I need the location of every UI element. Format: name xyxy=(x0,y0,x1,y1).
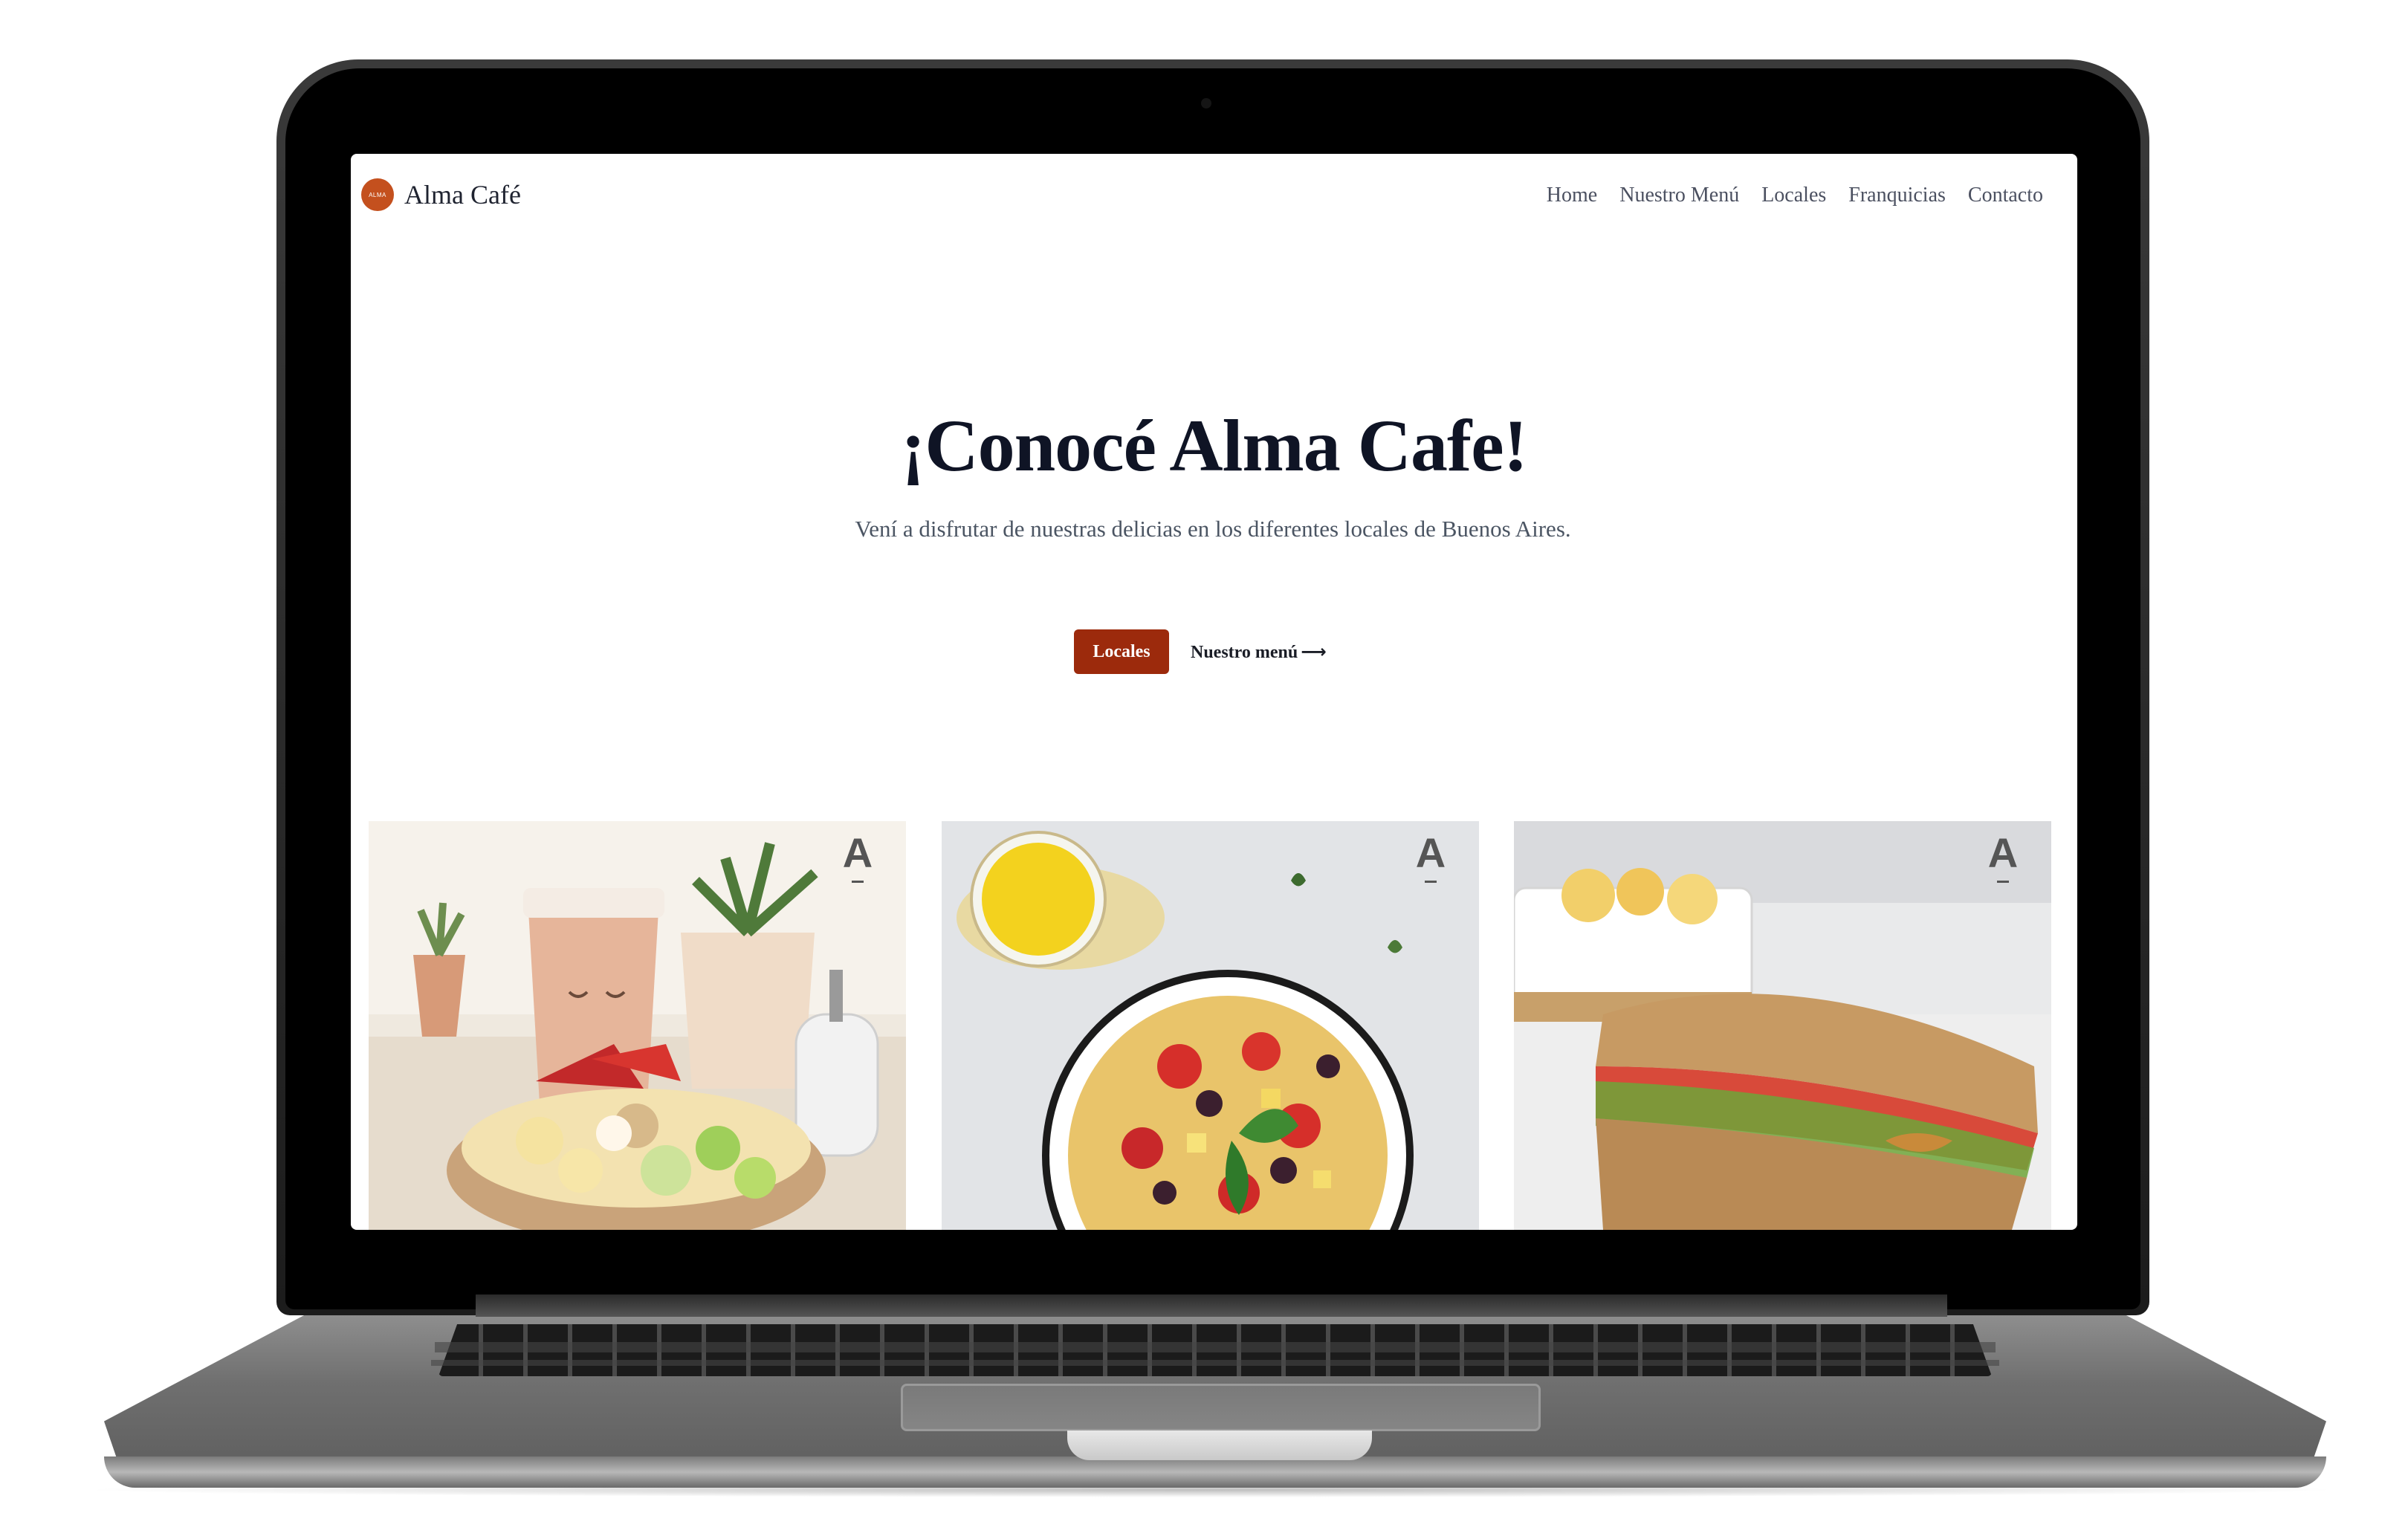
nav-franquicias[interactable]: Franquicias xyxy=(1848,184,1946,207)
hero-title: ¡Conocé Alma Cafe! xyxy=(901,404,1528,487)
laptop-trackpad xyxy=(901,1384,1541,1431)
nav-nuestro-menu[interactable]: Nuestro Menú xyxy=(1619,184,1739,207)
keyboard-row xyxy=(431,1360,1999,1366)
arrow-right-icon: ⟶ xyxy=(1301,641,1327,662)
site-header: ALMA Alma Café Home Nuestro Menú Locales… xyxy=(351,154,2077,236)
main-nav: Home Nuestro Menú Locales Franquicias Co… xyxy=(1547,184,2043,207)
nav-home[interactable]: Home xyxy=(1547,184,1597,207)
gallery-image-fruit-bowl[interactable]: A xyxy=(369,821,906,1230)
camera-icon xyxy=(1201,98,1211,108)
food-gallery: A A A xyxy=(369,821,2051,1230)
gallery-image-pasta[interactable]: A xyxy=(942,821,1479,1230)
laptop-notch xyxy=(1067,1430,1372,1460)
locales-button[interactable]: Locales xyxy=(1074,629,1169,674)
nuestro-menu-link-label: Nuestro menú xyxy=(1191,643,1298,662)
keyboard-row xyxy=(435,1342,1996,1352)
alma-badge-icon: A xyxy=(843,829,873,876)
hero-subtitle: Vení a disfrutar de nuestras delicias en… xyxy=(855,516,1571,542)
alma-badge-icon: A xyxy=(1988,829,2018,876)
laptop-screen: ALMA Alma Café Home Nuestro Menú Locales… xyxy=(351,154,2077,1230)
alma-badge-icon: A xyxy=(1416,829,1446,876)
nav-contacto[interactable]: Contacto xyxy=(1968,184,2043,207)
nav-locales[interactable]: Locales xyxy=(1761,184,1826,207)
gallery-image-sandwich[interactable]: A xyxy=(1514,821,2051,1230)
alma-logo-icon: ALMA xyxy=(361,178,394,211)
brand[interactable]: ALMA Alma Café xyxy=(361,178,521,211)
nuestro-menu-link[interactable]: Nuestro menú ⟶ xyxy=(1191,629,1327,674)
laptop-hinge xyxy=(476,1294,1947,1317)
brand-name: Alma Café xyxy=(404,180,521,210)
laptop-base-edge xyxy=(104,1456,2326,1488)
